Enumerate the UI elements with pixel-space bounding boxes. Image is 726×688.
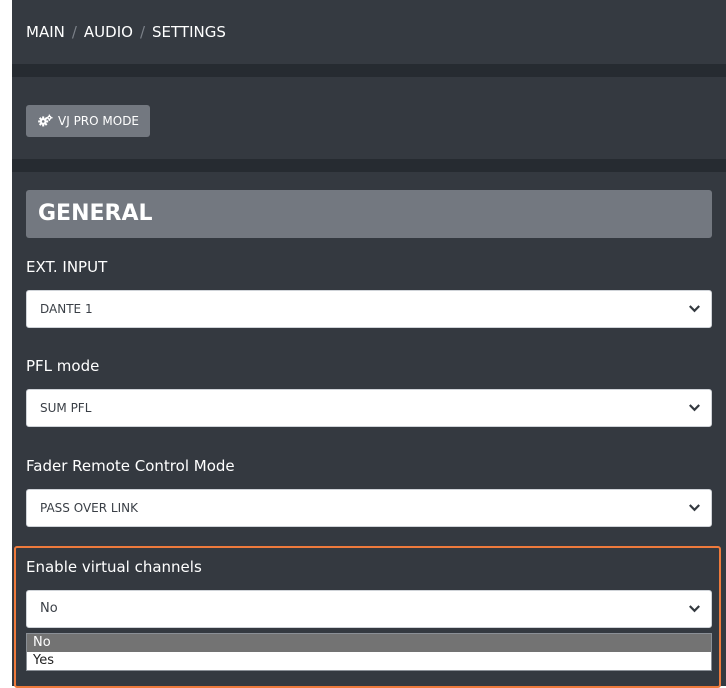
enable-virtual-channels-select[interactable]: No (26, 590, 712, 628)
audio-settings-frame: MAIN / AUDIO / SETTINGS VJ PRO MODE GENE… (12, 0, 726, 688)
mode-panel: VJ PRO MODE (12, 77, 726, 159)
general-panel: GENERAL EXT. INPUT DANTE 1 PFL mode SUM … (12, 172, 726, 688)
dropdown-option-yes[interactable]: Yes (27, 652, 711, 670)
section-title-general: GENERAL (26, 190, 712, 238)
vj-pro-mode-button[interactable]: VJ PRO MODE (26, 105, 151, 137)
breadcrumb-item-audio[interactable]: AUDIO (84, 0, 133, 64)
gears-icon (38, 114, 53, 127)
enable-virtual-channels-value: No (40, 601, 58, 616)
ext-input-value: DANTE 1 (40, 302, 93, 316)
chevron-down-icon (689, 404, 700, 412)
breadcrumb-separator: / (71, 23, 77, 41)
ext-input-label: EXT. INPUT (26, 258, 108, 276)
pfl-mode-label: PFL mode (26, 357, 100, 375)
breadcrumb: MAIN / AUDIO / SETTINGS (12, 0, 726, 64)
virtual-channels-dropdown-list: No Yes (26, 633, 712, 671)
chevron-down-icon (689, 605, 700, 613)
vj-pro-mode-label: VJ PRO MODE (58, 114, 140, 128)
enable-virtual-channels-label: Enable virtual channels (26, 558, 202, 576)
pfl-mode-value: SUM PFL (40, 401, 92, 415)
breadcrumb-item-main[interactable]: MAIN (26, 0, 65, 64)
chevron-down-icon (689, 305, 700, 313)
breadcrumb-separator: / (139, 23, 146, 41)
breadcrumb-item-settings: SETTINGS (152, 23, 226, 41)
ext-input-select[interactable]: DANTE 1 (26, 290, 712, 328)
fader-remote-control-mode-select[interactable]: PASS OVER LINK (26, 489, 712, 527)
pfl-mode-select[interactable]: SUM PFL (26, 389, 712, 427)
chevron-down-icon (689, 504, 700, 512)
dropdown-option-no[interactable]: No (27, 634, 711, 652)
fader-remote-control-mode-label: Fader Remote Control Mode (26, 457, 235, 475)
fader-remote-control-mode-value: PASS OVER LINK (40, 501, 138, 515)
